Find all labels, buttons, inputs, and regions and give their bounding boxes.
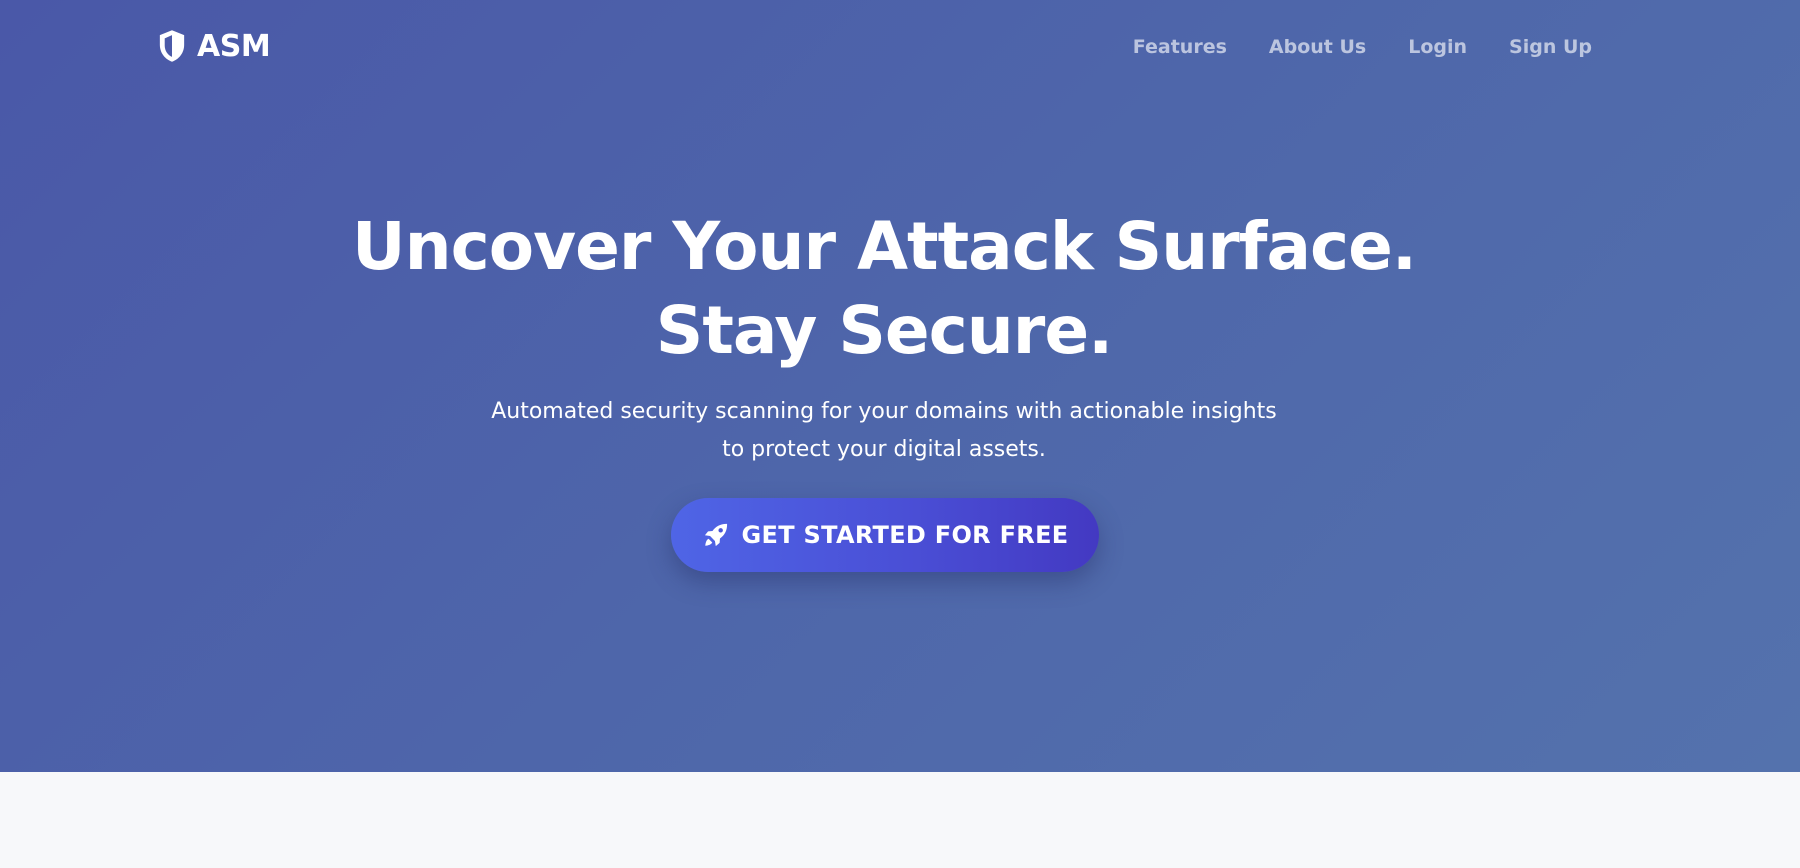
hero-headline-line-1: Uncover Your Attack Surface. [352, 208, 1417, 285]
nav-link-about-us[interactable]: About Us [1269, 36, 1366, 58]
top-nav: Features About Us Login Sign Up [1133, 30, 1592, 64]
hero-headline: Uncover Your Attack Surface. Stay Secure… [0, 205, 1768, 373]
hero-subtitle-line-1: Automated security scanning for your dom… [491, 399, 1277, 424]
nav-link-sign-up[interactable]: Sign Up [1509, 36, 1592, 58]
rocket-icon [704, 523, 727, 547]
hero-section: ASM Features About Us Login Sign Up Unco… [0, 0, 1800, 772]
shield-icon [159, 30, 185, 62]
nav-link-features[interactable]: Features [1133, 36, 1227, 58]
content-section [0, 772, 1800, 868]
hero-headline-line-2: Stay Secure. [655, 292, 1113, 369]
get-started-label: GET STARTED FOR FREE [741, 521, 1069, 549]
hero-subtitle-line-2: to protect your digital assets. [722, 437, 1046, 462]
hero-subtitle: Automated security scanning for your dom… [0, 393, 1768, 469]
brand-name: ASM [197, 28, 271, 64]
nav-link-login[interactable]: Login [1408, 36, 1467, 58]
get-started-button[interactable]: GET STARTED FOR FREE [671, 498, 1099, 572]
brand-logo-link[interactable]: ASM [157, 24, 271, 68]
